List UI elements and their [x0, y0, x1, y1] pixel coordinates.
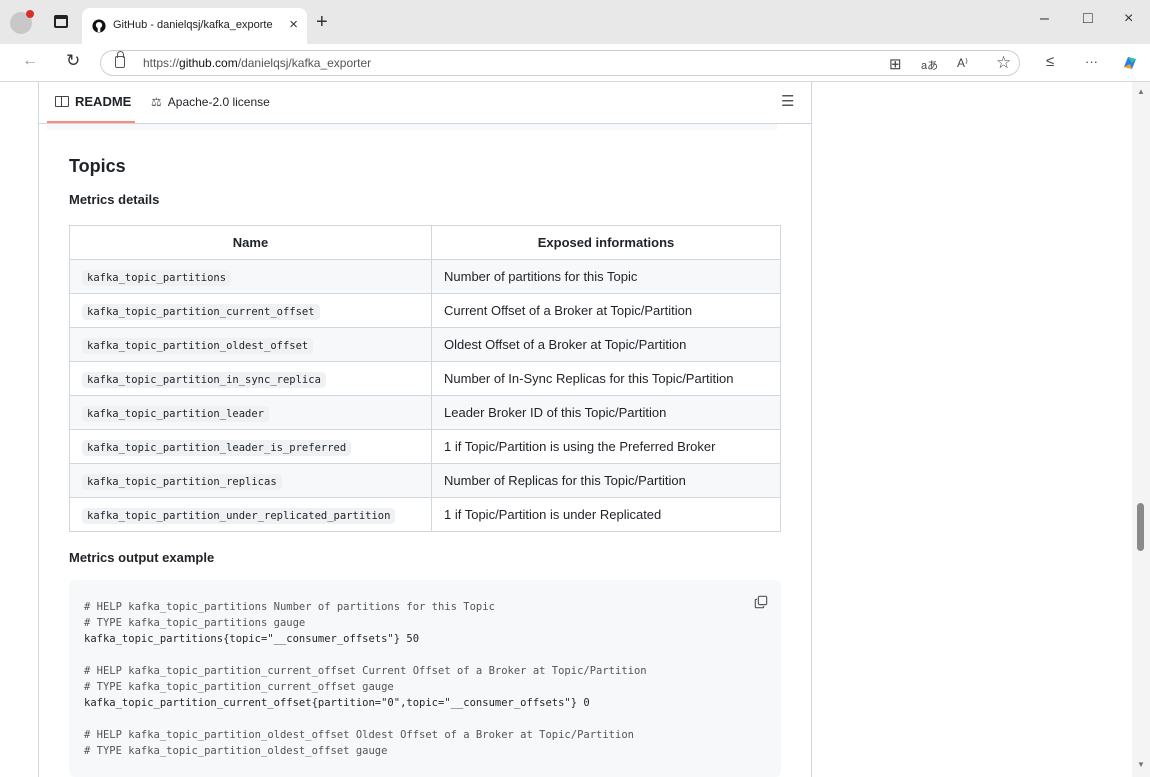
tab-actions-icon[interactable] [54, 15, 68, 28]
new-tab-button[interactable]: + [316, 11, 328, 34]
outline-menu-icon[interactable]: ☰ [781, 92, 794, 110]
table-row: kafka_topic_partition_under_replicated_p… [69, 497, 781, 532]
split-screen-icon[interactable]: ⊞ [889, 55, 902, 73]
table-row: kafka_topic_partition_leader Leader Brok… [69, 395, 781, 430]
code-line: kafka_topic_partitions{topic="__consumer… [84, 633, 420, 645]
table-row: kafka_topic_partition_leader_is_preferre… [69, 429, 781, 464]
translate-icon[interactable]: aあ [921, 57, 938, 73]
url-input[interactable]: https://github.com/danielqsj/kafka_expor… [100, 50, 1020, 76]
refresh-icon[interactable]: ↻ [66, 51, 80, 71]
url-text: https://github.com/danielqsj/kafka_expor… [143, 56, 372, 70]
column-header: Exposed informations [431, 225, 781, 260]
metric-description-cell: Number of partitions for this Topic [431, 259, 781, 294]
minimize-button[interactable]: – [1040, 10, 1049, 28]
readme-header: README ⚖ Apache-2.0 license ☰ [39, 82, 811, 124]
favorite-icon[interactable]: ☆ [996, 53, 1011, 73]
metric-name-cell: kafka_topic_partition_current_offset [69, 293, 432, 328]
table-header-row: Name Exposed informations [69, 225, 781, 260]
more-icon[interactable]: ··· [1085, 54, 1098, 69]
metric-name-cell: kafka_topic_partition_in_sync_replica [69, 361, 432, 396]
code-line: kafka_topic_partition_current_offset{par… [84, 697, 590, 709]
lock-icon [115, 51, 125, 68]
code-line: # TYPE kafka_topic_partition_oldest_offs… [84, 745, 388, 757]
metric-name-cell: kafka_topic_partition_oldest_offset [69, 327, 432, 362]
github-icon [92, 19, 106, 33]
copy-icon[interactable] [754, 595, 768, 609]
read-aloud-icon[interactable]: A⁾ [957, 56, 968, 70]
table-row: kafka_topic_partitions Number of partiti… [69, 259, 781, 294]
browser-tab-active[interactable]: GitHub - danielqsj/kafka_exporter × [82, 8, 307, 44]
code-line: # HELP kafka_topic_partitions Number of … [84, 601, 495, 613]
table-row: kafka_topic_partition_current_offset Cur… [69, 293, 781, 328]
tab-close-icon[interactable]: × [289, 16, 298, 33]
scale-icon: ⚖ [151, 95, 162, 109]
notification-dot [26, 10, 34, 18]
metric-description-cell: 1 if Topic/Partition is under Replicated [431, 497, 781, 532]
code-line: # TYPE kafka_topic_partitions gauge [84, 617, 306, 629]
copilot-icon[interactable] [1120, 53, 1140, 73]
readme-tab[interactable]: README [55, 94, 131, 109]
scrollbar-thumb[interactable] [1137, 503, 1144, 551]
page-scrollbar[interactable] [1132, 82, 1150, 777]
browser-tab-bar: GitHub - danielqsj/kafka_exporter × + – … [0, 0, 1150, 44]
column-header: Name [69, 225, 432, 260]
scroll-up-arrow[interactable]: ▲ [1137, 87, 1145, 96]
code-content: # HELP kafka_topic_partitions Number of … [84, 599, 647, 759]
license-tab[interactable]: ⚖ Apache-2.0 license [151, 95, 270, 109]
close-window-button[interactable]: × [1124, 10, 1133, 28]
metrics-details-heading: Metrics details [69, 192, 160, 207]
table-row: kafka_topic_partition_replicas Number of… [69, 463, 781, 498]
metric-description-cell: 1 if Topic/Partition is using the Prefer… [431, 429, 781, 464]
section-heading-topics: Topics [69, 156, 126, 176]
metric-name-cell: kafka_topic_partition_leader [69, 395, 432, 430]
header-divider [47, 124, 777, 130]
metrics-table: Name Exposed informations kafka_topic_pa… [69, 225, 781, 532]
scroll-down-arrow[interactable]: ▼ [1137, 760, 1145, 769]
metric-description-cell: Leader Broker ID of this Topic/Partition [431, 395, 781, 430]
metric-description-cell: Number of Replicas for this Topic/Partit… [431, 463, 781, 498]
code-line: # HELP kafka_topic_partition_current_off… [84, 665, 647, 677]
address-bar-row: ← ↻ https://github.com/danielqsj/kafka_e… [0, 44, 1150, 82]
table-row: kafka_topic_partition_oldest_offset Olde… [69, 327, 781, 362]
metric-name-cell: kafka_topic_partition_replicas [69, 463, 432, 498]
table-row: kafka_topic_partition_in_sync_replica Nu… [69, 361, 781, 396]
metric-name-cell: kafka_topic_partition_leader_is_preferre… [69, 429, 432, 464]
metric-description-cell: Oldest Offset of a Broker at Topic/Parti… [431, 327, 781, 362]
metric-name-cell: kafka_topic_partition_under_replicated_p… [69, 497, 432, 532]
code-line: # TYPE kafka_topic_partition_current_off… [84, 681, 394, 693]
metric-name-cell: kafka_topic_partitions [69, 259, 432, 294]
book-icon [55, 96, 69, 107]
code-block: # HELP kafka_topic_partitions Number of … [69, 580, 781, 777]
metric-description-cell: Current Offset of a Broker at Topic/Part… [431, 293, 781, 328]
profile-avatar[interactable] [10, 10, 34, 34]
back-icon[interactable]: ← [22, 52, 38, 70]
collections-icon[interactable]: ≤ [1046, 53, 1054, 70]
metric-description-cell: Number of In-Sync Replicas for this Topi… [431, 361, 781, 396]
code-line: # HELP kafka_topic_partition_oldest_offs… [84, 729, 634, 741]
active-tab-underline [47, 121, 135, 123]
maximize-button[interactable]: □ [1083, 10, 1093, 28]
tab-title: GitHub - danielqsj/kafka_exporter [113, 19, 273, 31]
metrics-output-heading: Metrics output example [69, 550, 215, 565]
